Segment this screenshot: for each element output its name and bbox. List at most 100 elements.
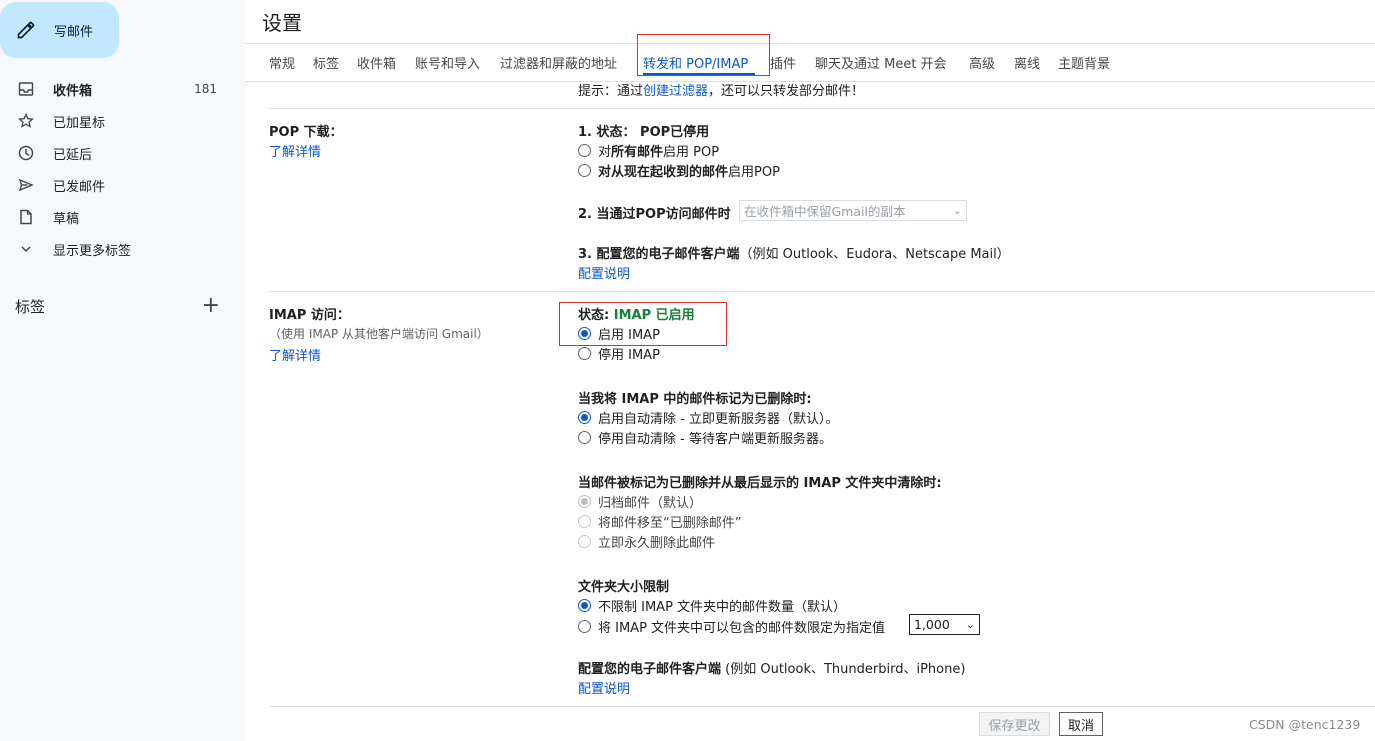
imap-enable-label: 启用 IMAP: [598, 328, 660, 343]
sidebar: 写邮件 收件箱 181 已加星标 已延后 已发邮件 草稿 显示更多标签 标签 +: [0, 0, 245, 741]
create-filter-link[interactable]: 创建过滤器: [643, 84, 708, 99]
expunge-off-radio[interactable]: [578, 431, 591, 444]
forward-hint: 提示：通过创建过滤器，还可以只转发部分邮件！: [578, 80, 864, 99]
tab-chat-meet[interactable]: 聊天及通过 Meet 开会: [815, 53, 947, 72]
page-title: 设置: [262, 11, 302, 35]
sidebar-nav: 收件箱 181 已加星标 已延后 已发邮件 草稿 显示更多标签: [0, 73, 232, 265]
imap-client-config-note: (例如 Outlook、Thunderbird、iPhone): [721, 662, 966, 677]
tab-addons[interactable]: 插件: [770, 53, 796, 72]
sidebar-item-label: 显示更多标签: [53, 243, 132, 259]
delete-forever-label: 立即永久删除此邮件: [598, 536, 716, 551]
divider: [245, 43, 1375, 44]
imap-client-config-bold: 配置您的电子邮件客户端: [578, 662, 722, 677]
tab-general[interactable]: 常规: [269, 53, 295, 72]
send-icon: [18, 177, 34, 193]
imap-learn-more-link[interactable]: 了解详情: [269, 345, 321, 364]
expunge-on-radio[interactable]: [578, 411, 591, 424]
folder-limit-radio[interactable]: [578, 620, 591, 633]
pop-from-now-bold: 对从现在起收到的邮件: [598, 165, 729, 180]
pop-all-mail-bold: 所有邮件: [611, 145, 664, 160]
cancel-button[interactable]: 取消: [1059, 712, 1103, 736]
pop-learn-more-link[interactable]: 了解详情: [269, 141, 321, 160]
imap-enable-radio[interactable]: [578, 327, 591, 340]
delete-trash-radio[interactable]: [578, 515, 591, 528]
pop-all-mail-post: 启用 POP: [663, 145, 720, 160]
compose-button[interactable]: 写邮件: [0, 2, 119, 58]
imap-config-instructions-link[interactable]: 配置说明: [578, 678, 630, 697]
tab-filters[interactable]: 过滤器和屏蔽的地址: [500, 53, 617, 72]
delete-heading: 当邮件被标记为已删除并从最后显示的 IMAP 文件夹中清除时:: [578, 476, 942, 491]
delete-forever-radio[interactable]: [578, 535, 591, 548]
pop-all-mail-label: 对所有邮件启用 POP: [598, 141, 719, 160]
pop-from-now-radio[interactable]: [578, 164, 591, 177]
divider: [269, 706, 1375, 707]
delete-trash-label: 将邮件移至“已删除邮件”: [598, 516, 742, 531]
divider: [269, 108, 1375, 109]
sidebar-item-label: 已加星标: [53, 115, 106, 131]
sidebar-item-label: 已发邮件: [53, 179, 106, 195]
labels-header: 标签 +: [15, 295, 220, 317]
imap-subtitle: （使用 IMAP 从其他客户端访问 Gmail）: [269, 327, 489, 341]
imap-disable-radio[interactable]: [578, 347, 591, 360]
tab-forwarding-pop-imap[interactable]: 转发和 POP/IMAP: [643, 53, 748, 72]
imap-heading: IMAP 访问：: [269, 308, 350, 323]
expunge-heading: 当我将 IMAP 中的邮件标记为已删除时:: [578, 392, 812, 407]
compose-label: 写邮件: [54, 24, 94, 40]
labels-heading: 标签: [15, 297, 46, 316]
pop-all-mail-radio[interactable]: [578, 144, 591, 157]
imap-status-label: 状态:: [578, 308, 610, 323]
sidebar-item-more[interactable]: 显示更多标签: [0, 233, 232, 265]
chevron-down-icon: ⌄: [952, 204, 962, 217]
active-tab-indicator: [643, 73, 755, 76]
sidebar-item-inbox[interactable]: 收件箱 181: [0, 73, 232, 105]
tab-accounts[interactable]: 账号和导入: [415, 53, 480, 72]
tab-advanced[interactable]: 高级: [969, 53, 995, 72]
imap-status-value: IMAP 已启用: [613, 308, 695, 323]
delete-archive-radio[interactable]: [578, 495, 591, 508]
forward-hint-prefix: 提示：通过: [578, 84, 644, 99]
tab-themes[interactable]: 主题背景: [1058, 53, 1110, 72]
pop-client-config: 3. 配置您的电子邮件客户端（例如 Outlook、Eudora、Netscap…: [578, 243, 1010, 262]
folder-limit-select[interactable]: 1,000 ⌄: [909, 614, 980, 635]
settings-pane: 设置 常规 标签 收件箱 账号和导入 过滤器和屏蔽的地址 转发和 POP/IMA…: [245, 0, 1375, 741]
inbox-icon: [18, 81, 34, 97]
sidebar-item-label: 已延后: [53, 147, 93, 163]
expunge-on-label: 启用自动清除 - 立即更新服务器（默认）。: [598, 412, 839, 427]
pop-from-now-label: 对从现在起收到的邮件启用POP: [598, 161, 780, 180]
pop-heading: POP 下载：: [269, 125, 343, 140]
sidebar-item-label: 收件箱: [53, 83, 93, 99]
folder-size-heading: 文件夹大小限制: [578, 580, 670, 595]
watermark: CSDN @tenc1239: [1249, 717, 1361, 732]
pop-client-config-note: （例如 Outlook、Eudora、Netscape Mail）: [739, 247, 1010, 262]
star-icon: [18, 113, 34, 129]
delete-archive-label: 归档邮件（默认）: [598, 496, 703, 511]
draft-icon: [18, 209, 34, 225]
sidebar-item-snoozed[interactable]: 已延后: [0, 137, 232, 169]
pop-access-select-value: 在收件箱中保留Gmail的副本: [744, 204, 906, 219]
tab-inbox[interactable]: 收件箱: [357, 53, 396, 72]
pop-from-now-post: 启用POP: [728, 165, 780, 180]
folder-unlimited-radio[interactable]: [578, 599, 591, 612]
pop-access-label: 2. 当通过POP访问邮件时: [578, 207, 731, 222]
save-button[interactable]: 保存更改: [979, 712, 1050, 736]
chevron-down-icon: ⌄: [965, 618, 975, 631]
chevron-down-icon: [18, 241, 34, 257]
tab-labels[interactable]: 标签: [313, 53, 339, 72]
pop-client-config-bold: 3. 配置您的电子邮件客户端: [578, 247, 740, 262]
sidebar-item-sent[interactable]: 已发邮件: [0, 169, 232, 201]
sidebar-item-drafts[interactable]: 草稿: [0, 201, 232, 233]
tab-offline[interactable]: 离线: [1014, 53, 1040, 72]
sidebar-item-starred[interactable]: 已加星标: [0, 105, 232, 137]
imap-status: 状态: IMAP 已启用: [578, 304, 695, 323]
pop-status-label: 1. 状态：: [578, 125, 636, 140]
imap-client-config: 配置您的电子邮件客户端 (例如 Outlook、Thunderbird、iPho…: [578, 658, 965, 677]
pop-all-mail-pre: 对: [598, 145, 612, 160]
clock-icon: [18, 145, 34, 161]
folder-limit-label: 将 IMAP 文件夹中可以包含的邮件数限定为指定值: [598, 621, 886, 636]
pop-config-instructions-link[interactable]: 配置说明: [578, 263, 630, 282]
pop-access-select[interactable]: 在收件箱中保留Gmail的副本 ⌄: [739, 200, 967, 221]
add-label-icon[interactable]: +: [202, 295, 220, 317]
inbox-count: 181: [194, 82, 217, 96]
divider: [269, 291, 1375, 292]
imap-disable-label: 停用 IMAP: [598, 348, 660, 363]
